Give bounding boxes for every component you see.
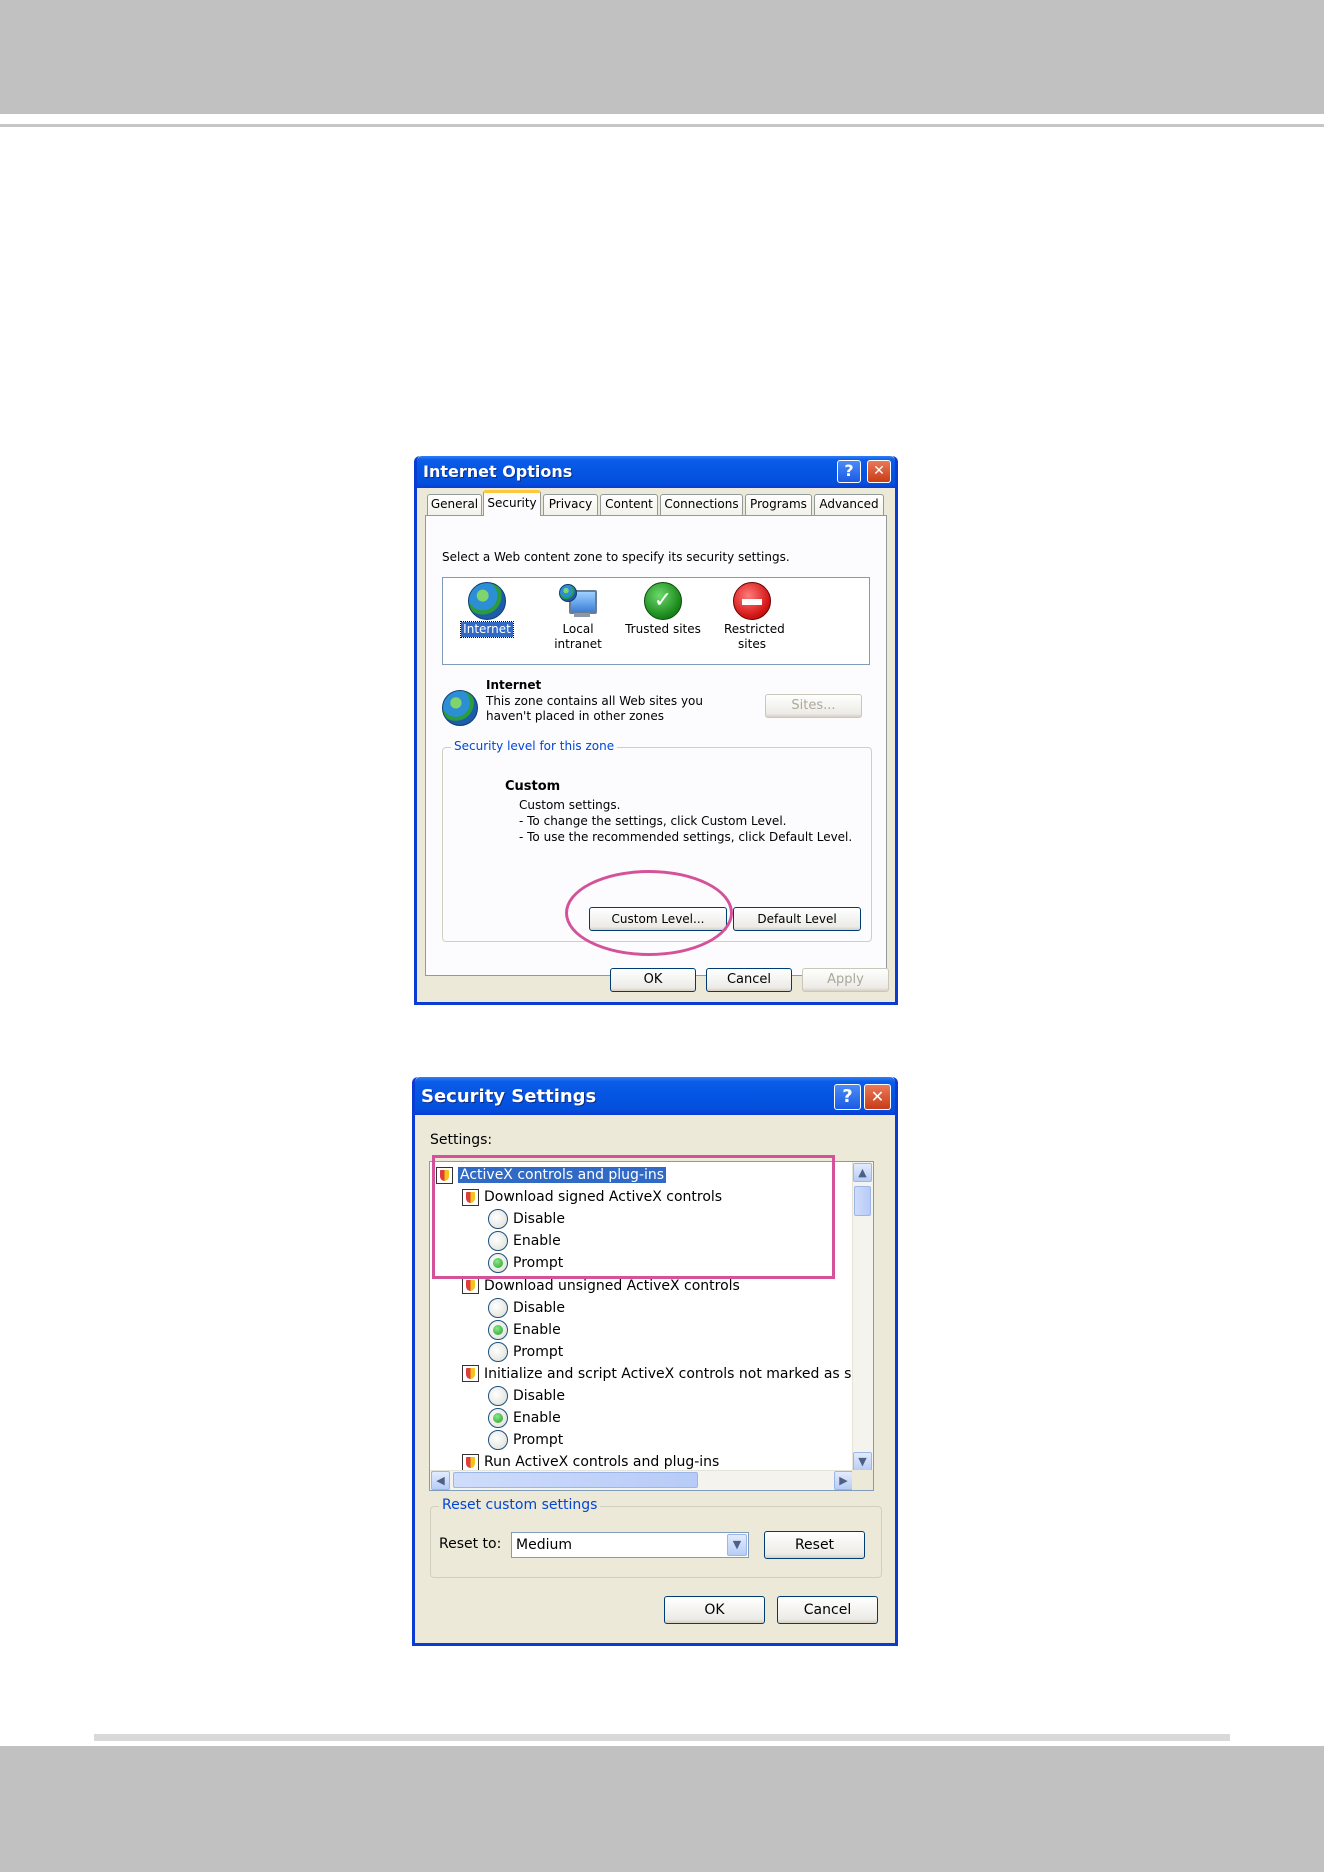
zone-trusted-sites[interactable]: ✓ Trusted sites — [623, 582, 703, 637]
cancel-button[interactable]: Cancel — [706, 968, 792, 992]
help-button[interactable]: ? — [837, 460, 861, 483]
tab-advanced[interactable]: Advanced — [814, 494, 884, 515]
radio-unchecked-icon[interactable] — [488, 1430, 508, 1451]
shield-icon — [462, 1365, 479, 1383]
zone-restricted-sites-label: Restricted sites — [724, 622, 785, 651]
security-level-line-3: - To use the recommended settings, click… — [519, 830, 853, 844]
security-level-line-1: Custom settings. — [519, 798, 621, 812]
zone-local-intranet[interactable]: Local intranet — [535, 582, 621, 652]
tree-item-label: Prompt — [513, 1432, 564, 1449]
ok-button[interactable]: OK — [610, 968, 696, 992]
radio-option-row[interactable]: Enable — [488, 1319, 561, 1341]
zone-trusted-sites-label: Trusted sites — [625, 622, 701, 636]
scrollbar-corner — [852, 1470, 873, 1490]
selected-zone-globe-icon — [442, 690, 478, 726]
no-entry-icon — [733, 582, 771, 620]
radio-option-row[interactable]: Prompt — [488, 1341, 563, 1363]
vertical-scrollbar[interactable]: ▲ ▼ — [852, 1162, 873, 1472]
tab-privacy[interactable]: Privacy — [543, 494, 598, 515]
tree-item-label: Download unsigned ActiveX controls — [484, 1277, 740, 1294]
reset-custom-settings-group: Reset custom settings Reset to: Medium ▼… — [430, 1497, 882, 1578]
security-settings-titlebar[interactable]: Security Settings ? ✕ — [415, 1077, 895, 1115]
security-level-name: Custom — [505, 779, 561, 794]
radio-option-row[interactable]: Enable — [488, 1407, 561, 1429]
reset-to-dropdown[interactable]: Medium ▼ — [511, 1532, 749, 1558]
zone-prompt: Select a Web content zone to specify its… — [442, 550, 790, 564]
tree-item-label: Enable — [513, 1321, 561, 1338]
reset-to-value: Medium — [516, 1537, 572, 1553]
zone-internet-label: Internet — [460, 621, 514, 638]
zone-internet[interactable]: Internet — [447, 582, 527, 638]
page-header-bar — [0, 0, 1324, 114]
zone-restricted-sites[interactable]: Restricted sites — [711, 582, 793, 652]
zone-local-intranet-label: Local intranet — [554, 622, 602, 651]
reset-custom-settings-legend: Reset custom settings — [439, 1497, 601, 1513]
selected-zone-description-2: haven't placed in other zones — [486, 709, 665, 723]
sites-button[interactable]: Sites... — [765, 694, 862, 718]
tree-item-label: Disable — [513, 1299, 565, 1316]
tree-item-label: Enable — [513, 1410, 561, 1427]
ok-button[interactable]: OK — [664, 1596, 765, 1624]
tab-security[interactable]: Security — [483, 490, 541, 516]
intranet-icon — [559, 582, 597, 620]
selected-zone-title: Internet — [486, 678, 542, 692]
radio-option-row[interactable]: Disable — [488, 1297, 565, 1319]
cancel-button[interactable]: Cancel — [777, 1596, 878, 1624]
default-level-button[interactable]: Default Level — [733, 907, 861, 931]
radio-checked-icon[interactable] — [488, 1319, 508, 1340]
radio-unchecked-icon[interactable] — [488, 1386, 508, 1406]
activex-settings-highlight-box — [432, 1155, 835, 1279]
footer-divider — [94, 1734, 1230, 1741]
internet-options-titlebar[interactable]: Internet Options ? ✕ — [417, 456, 895, 488]
apply-button[interactable]: Apply — [802, 968, 889, 992]
custom-level-highlight-circle — [565, 870, 733, 956]
radio-unchecked-icon[interactable] — [488, 1297, 508, 1318]
window-title: Internet Options — [423, 462, 573, 481]
horizontal-scrollbar[interactable]: ◀ ▶ — [430, 1470, 854, 1490]
chevron-down-icon[interactable]: ▼ — [727, 1534, 747, 1556]
security-settings-title: Security Settings — [421, 1086, 597, 1107]
security-level-line-2: - To change the settings, click Custom L… — [519, 814, 787, 828]
security-level-legend: Security level for this zone — [451, 739, 618, 753]
zone-list: Internet Local intranet ✓ Trusted sites … — [442, 577, 870, 665]
radio-option-row[interactable]: Disable — [488, 1385, 565, 1407]
tree-item-label: Run ActiveX controls and plug-ins — [484, 1454, 720, 1471]
radio-checked-icon[interactable] — [488, 1408, 508, 1429]
scroll-down-icon[interactable]: ▼ — [853, 1452, 872, 1471]
scroll-left-icon[interactable]: ◀ — [431, 1471, 450, 1490]
radio-option-row[interactable]: Prompt — [488, 1429, 563, 1451]
tree-item-label: Prompt — [513, 1343, 564, 1360]
radio-unchecked-icon[interactable] — [488, 1341, 508, 1362]
help-button[interactable]: ? — [834, 1084, 861, 1110]
selected-zone-description-1: This zone contains all Web sites you — [486, 694, 703, 708]
close-button[interactable]: ✕ — [867, 460, 891, 483]
tab-programs[interactable]: Programs — [745, 494, 812, 515]
reset-to-label: Reset to: — [439, 1536, 502, 1552]
scroll-up-icon[interactable]: ▲ — [853, 1163, 872, 1182]
page-footer-bar — [0, 1746, 1324, 1872]
tree-item-label: Initialize and script ActiveX controls n… — [484, 1365, 874, 1382]
vertical-scroll-thumb[interactable] — [854, 1186, 871, 1216]
globe-icon — [468, 582, 506, 620]
tab-connections[interactable]: Connections — [660, 494, 743, 515]
horizontal-scroll-thumb[interactable] — [453, 1472, 698, 1488]
checkmark-icon: ✓ — [644, 582, 682, 620]
close-button[interactable]: ✕ — [864, 1084, 891, 1110]
reset-button[interactable]: Reset — [764, 1531, 865, 1559]
shield-icon — [462, 1453, 479, 1471]
tree-item-label: Disable — [513, 1388, 565, 1404]
tab-general[interactable]: General — [427, 494, 482, 515]
settings-label: Settings: — [430, 1132, 493, 1148]
tab-content[interactable]: Content — [600, 494, 658, 515]
header-divider — [0, 124, 1324, 127]
tree-setting-row[interactable]: Initialize and script ActiveX controls n… — [462, 1363, 874, 1385]
shield-icon — [462, 1277, 479, 1294]
scroll-right-icon[interactable]: ▶ — [834, 1471, 853, 1490]
